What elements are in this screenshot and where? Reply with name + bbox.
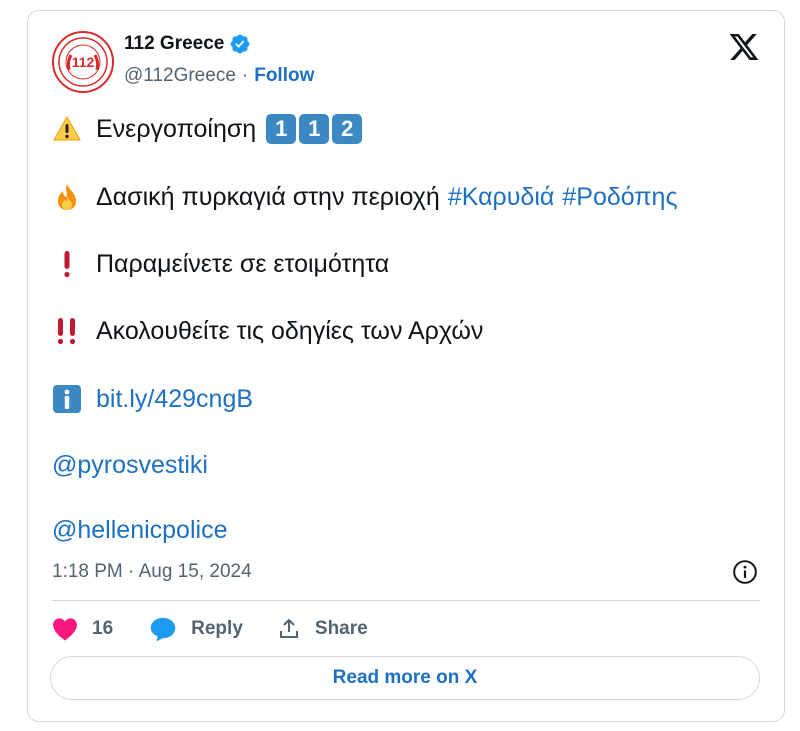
tweet-line-readiness: Παραμείνετε σε ετοιμότητα	[52, 249, 389, 279]
activation-text: Ενεργοποίηση	[96, 114, 257, 143]
display-name[interactable]: 112 Greece	[124, 33, 224, 55]
reply-bubble-icon	[150, 617, 176, 642]
mention-pyrosvestiki[interactable]: @pyrosvestiki	[52, 451, 208, 480]
keycap-1: 1	[299, 114, 330, 144]
tweet-line-mention-1: @pyrosvestiki	[52, 451, 208, 480]
share-icon	[279, 619, 298, 638]
keycap-2: 2	[332, 114, 363, 144]
tweet-actions: 16 Reply Share	[52, 614, 368, 644]
information-emoji-icon	[52, 384, 82, 414]
exclamation-emoji-icon	[52, 249, 82, 279]
divider	[52, 600, 760, 601]
double-exclamation-emoji-icon	[52, 316, 82, 346]
follow-button[interactable]: Follow	[254, 65, 314, 87]
tweet-line-instructions: Ακολουθείτε τις οδηγίες των Αρχών	[52, 316, 483, 346]
timestamp-link[interactable]: 1:18 PM · Aug 15, 2024	[52, 561, 252, 583]
hashtag-rodopis[interactable]: #Ροδόπης	[562, 183, 677, 212]
keycap-1: 1	[266, 114, 297, 144]
avatar[interactable]: 112	[52, 31, 114, 93]
share-label: Share	[314, 618, 368, 639]
hashtag-karydia[interactable]: #Καρυδιά	[448, 183, 555, 212]
mention-hellenicpolice[interactable]: @hellenicpolice	[52, 516, 227, 545]
instructions-text: Ακολουθείτε τις οδηγίες των Αρχών	[96, 316, 484, 345]
readiness-text: Παραμείνετε σε ετοιμότητα	[96, 249, 390, 278]
x-logo-icon[interactable]	[728, 31, 760, 63]
fire-text: Δασική πυρκαγιά στην περιοχή	[96, 182, 440, 211]
short-link[interactable]: bit.ly/429cngB	[96, 385, 253, 414]
tweet-line-activation: Ενεργοποίηση 1 1 2	[52, 114, 363, 144]
info-circle-icon[interactable]	[732, 559, 758, 585]
share-button[interactable]: Share	[277, 617, 368, 641]
read-more-button[interactable]: Read more on X	[50, 656, 760, 700]
like-count: 16	[92, 618, 114, 639]
keycap-group: 1 1 2	[266, 114, 363, 144]
avatar-text: 112	[72, 54, 95, 70]
warning-emoji-icon	[52, 114, 82, 144]
tweet-line-mention-2: @hellenicpolice	[52, 516, 227, 545]
verified-badge-icon	[230, 34, 250, 54]
heart-icon	[53, 618, 77, 641]
tweet-line-link: bit.ly/429cngB	[52, 384, 253, 414]
separator-dot: ·	[241, 65, 249, 86]
reply-label: Reply	[191, 618, 243, 639]
reply-button[interactable]: Reply	[149, 616, 243, 642]
112-logo-icon: 112	[58, 37, 108, 87]
tweet-card: 112 112 Greece @112Greece · Follow Ενεργ…	[27, 10, 785, 722]
fire-emoji-icon	[52, 182, 82, 212]
handle[interactable]: @112Greece	[124, 65, 236, 87]
like-button[interactable]: 16	[52, 617, 113, 641]
tweet-line-fire: Δασική πυρκαγιά στην περιοχή #Καρυδιά #Ρ…	[52, 182, 678, 212]
